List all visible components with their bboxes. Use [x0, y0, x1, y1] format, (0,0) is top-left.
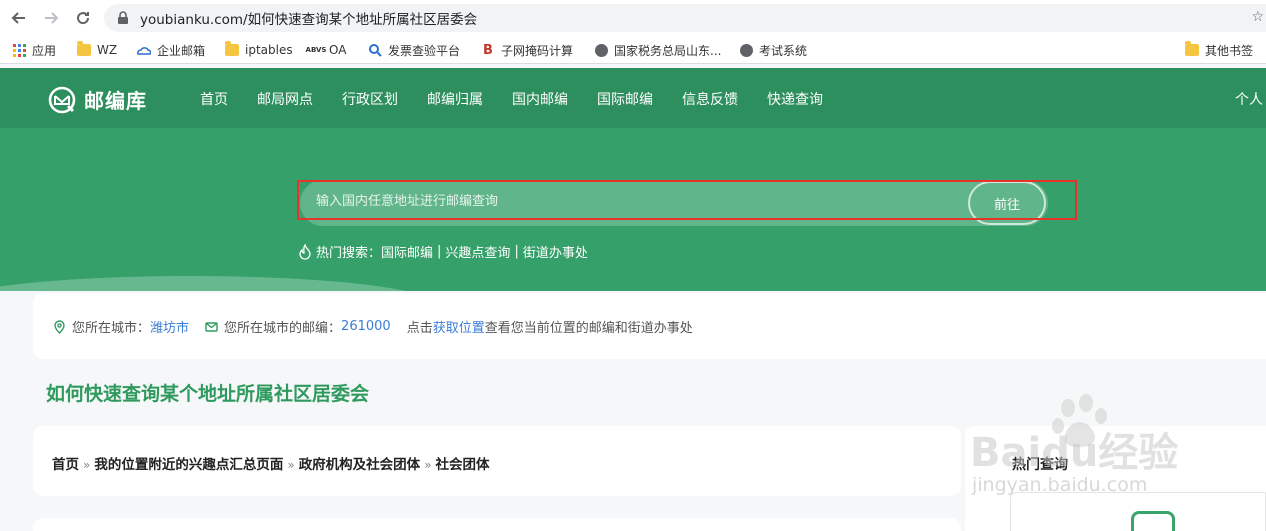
click-text: 点击 — [406, 321, 433, 336]
breadcrumb-arrow: » — [424, 458, 432, 472]
magnifier-icon — [368, 43, 382, 57]
bookmark-label: 发票查验平台 — [388, 43, 461, 58]
nav-express[interactable]: 快递查询 — [767, 89, 823, 109]
location-tail-text: 查看您当前位置的邮编和街道办事处 — [484, 321, 693, 336]
url-text: youbianku.com/如何快速查询某个地址所属社区居委会 — [140, 12, 478, 28]
breadcrumb: 首页» 我的位置附近的兴趣点汇总页面» 政府机构及社会团体» 社会团体 — [52, 453, 490, 473]
bookmark-apps[interactable]: 应用 — [12, 41, 56, 59]
map-pin-icon — [54, 319, 65, 334]
nav-domestic-zip[interactable]: 国内邮编 — [512, 89, 568, 109]
oa-logo-icon: ABVS — [305, 46, 327, 54]
bookmark-exam[interactable]: 考试系统 — [739, 41, 807, 59]
folder-icon — [1185, 41, 1199, 57]
nav-intl-zip[interactable]: 国际邮编 — [597, 89, 653, 109]
flame-icon — [299, 243, 311, 260]
folder-icon — [77, 41, 91, 57]
breadcrumb-home[interactable]: 首页 — [52, 457, 79, 473]
location-card: 您所在城市： 潍坊市 您所在城市的邮编： 261000 点击 获取位置 查看您当… — [33, 293, 1266, 359]
nav-zip-owner[interactable]: 邮编归属 — [427, 89, 483, 109]
bookmark-label: WZ — [97, 43, 118, 57]
lock-icon — [118, 11, 128, 24]
breadcrumb-arrow: » — [287, 458, 295, 472]
bookmark-star-icon[interactable]: ☆ — [1251, 9, 1264, 25]
reload-icon[interactable] — [72, 7, 94, 29]
decorative-wave — [0, 276, 440, 291]
breadcrumb-social-groups[interactable]: 社会团体 — [436, 457, 490, 473]
back-icon[interactable] — [8, 7, 30, 29]
bookmark-subnet[interactable]: B 子网掩码计算 — [481, 41, 573, 59]
annotation-highlight-box — [297, 180, 1077, 220]
hot-query-title: 热门查询 — [1012, 457, 1068, 473]
hot-query-item-icon — [1131, 511, 1175, 531]
bookmark-label: OA — [329, 43, 347, 57]
hot-label: 热门搜索： — [316, 246, 382, 261]
bookmarks-bar: 应用 WZ 企业邮箱 iptables ABVS OA 发票查验平台 B 子网掩… — [0, 36, 1266, 64]
separator: | — [437, 244, 442, 259]
bookmark-other[interactable]: 其他书签 — [1185, 41, 1253, 59]
bookmark-label: 国家税务总局山东... — [614, 43, 722, 58]
hot-link-street-office[interactable]: 街道办事处 — [523, 242, 588, 261]
folder-icon — [225, 41, 239, 57]
envelope-logo-icon — [48, 86, 76, 113]
bookmark-wz[interactable]: WZ — [77, 41, 117, 59]
subnet-logo-icon: B — [483, 42, 493, 58]
bookmark-label: 考试系统 — [759, 43, 808, 58]
main-nav: 首页 邮局网点 行政区划 邮编归属 国内邮编 国际邮编 信息反馈 快递查询 — [200, 89, 852, 109]
site-header: 邮编库 首页 邮局网点 行政区划 邮编归属 国内邮编 国际邮编 信息反馈 快递查… — [0, 68, 1266, 128]
logo-text: 邮编库 — [84, 89, 147, 113]
nav-admin-division[interactable]: 行政区划 — [342, 89, 398, 109]
globe-icon — [594, 43, 608, 57]
breadcrumb-gov-orgs[interactable]: 政府机构及社会团体 — [299, 457, 421, 473]
city-label: 您所在城市： — [72, 321, 151, 336]
city-link[interactable]: 潍坊市 — [150, 317, 189, 336]
hot-query-card: 热门查询 — [965, 426, 1266, 531]
location-row: 您所在城市： 潍坊市 您所在城市的邮编： 261000 点击 获取位置 查看您当… — [53, 317, 693, 336]
nav-feedback[interactable]: 信息反馈 — [682, 89, 738, 109]
browser-toolbar: youbianku.com/如何快速查询某个地址所属社区居委会 ☆ — [0, 0, 1266, 36]
bookmark-iptables[interactable]: iptables — [225, 41, 293, 59]
hot-link-poi[interactable]: 兴趣点查询 — [445, 242, 510, 261]
nav-post-office[interactable]: 邮局网点 — [257, 89, 313, 109]
bookmark-tax[interactable]: 国家税务总局山东... — [594, 41, 721, 59]
breadcrumb-poi-summary[interactable]: 我的位置附近的兴趣点汇总页面 — [94, 457, 283, 473]
cloud-icon — [137, 43, 151, 57]
bookmark-label: 应用 — [32, 43, 57, 58]
zip-label: 您所在城市的邮编： — [224, 321, 342, 336]
hot-searches: 热门搜索： 国际邮编 | 兴趣点查询 | 街道办事处 — [298, 242, 588, 261]
separator: | — [514, 244, 519, 259]
hot-query-item[interactable] — [1010, 492, 1266, 531]
apps-grid-icon — [12, 43, 26, 57]
bookmark-label: 企业邮箱 — [157, 43, 206, 58]
bookmark-oa[interactable]: ABVS OA — [305, 41, 347, 59]
zip-value: 261000 — [341, 319, 391, 334]
bookmark-enterprise-mail[interactable]: 企业邮箱 — [137, 41, 205, 59]
content-card — [33, 518, 961, 531]
breadcrumb-arrow: » — [83, 458, 91, 472]
address-bar[interactable]: youbianku.com/如何快速查询某个地址所属社区居委会 — [104, 4, 1266, 32]
globe-icon — [739, 43, 753, 57]
get-location-link[interactable]: 获取位置 — [433, 317, 485, 336]
breadcrumb-card: 首页» 我的位置附近的兴趣点汇总页面» 政府机构及社会团体» 社会团体 — [33, 426, 961, 496]
bookmark-invoice[interactable]: 发票查验平台 — [368, 41, 460, 59]
bookmark-label: 其他书签 — [1205, 43, 1254, 58]
nav-home[interactable]: 首页 — [200, 89, 228, 109]
hot-link-intl-zip[interactable]: 国际邮编 — [381, 242, 433, 261]
page-title: 如何快速查询某个地址所属社区居委会 — [46, 383, 370, 405]
site-logo[interactable]: 邮编库 — [48, 85, 147, 114]
mail-icon — [205, 321, 218, 332]
bookmark-label: 子网掩码计算 — [501, 43, 574, 58]
forward-icon[interactable] — [40, 7, 62, 29]
user-link[interactable]: 个人 — [1235, 89, 1263, 109]
bookmark-label: iptables — [245, 43, 293, 57]
